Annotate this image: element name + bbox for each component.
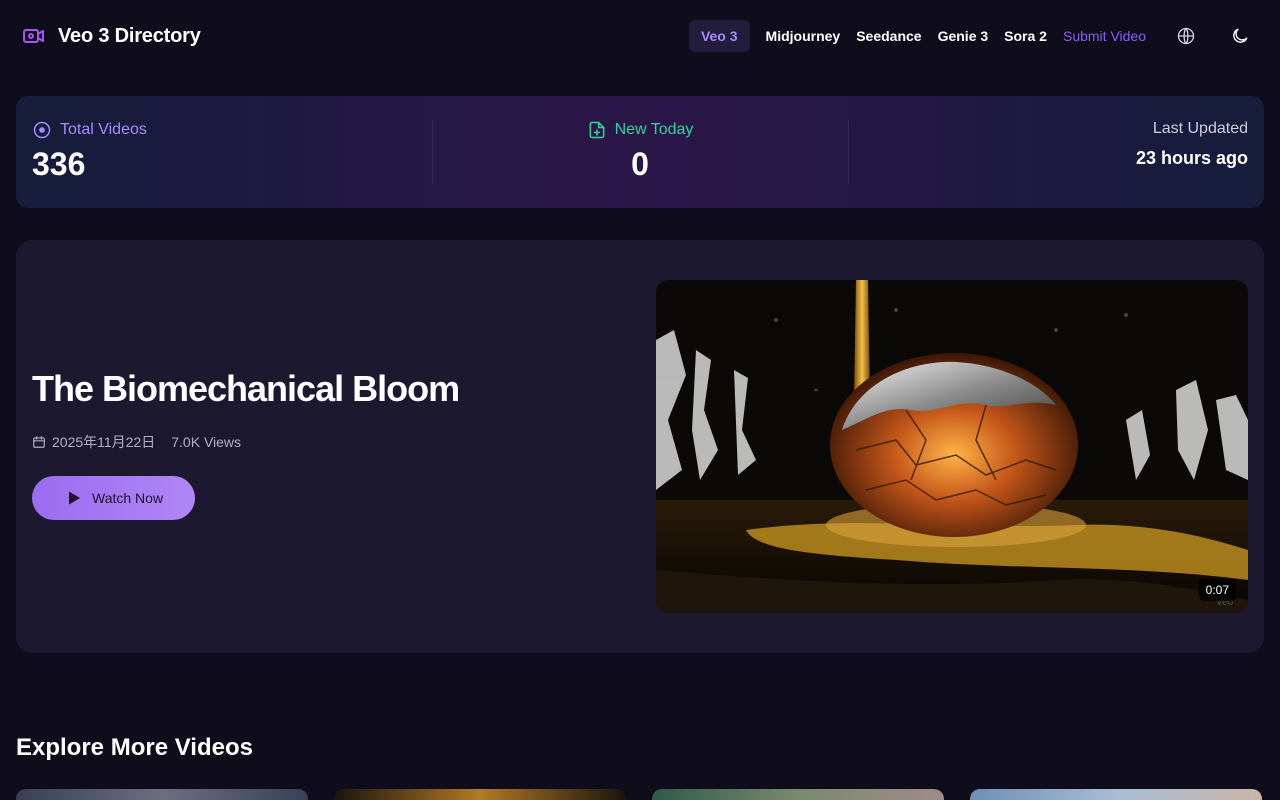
nav-item-submit-video[interactable]: Submit Video bbox=[1055, 20, 1154, 52]
stat-value: 0 bbox=[631, 146, 649, 182]
stat-label: New Today bbox=[614, 121, 694, 138]
featured-views: 7.0K Views bbox=[171, 434, 242, 450]
theme-toggle-button[interactable] bbox=[1222, 18, 1258, 54]
nav-item-genie3[interactable]: Genie 3 bbox=[930, 20, 997, 52]
featured-thumbnail[interactable]: Veo 0:07 bbox=[656, 280, 1248, 613]
globe-icon bbox=[1177, 27, 1195, 45]
video-camera-icon bbox=[22, 24, 46, 48]
nav-item-seedance[interactable]: Seedance bbox=[848, 20, 929, 52]
moon-icon bbox=[1233, 28, 1248, 43]
stat-value: 336 bbox=[32, 146, 86, 182]
stats-panel: Total Videos 336 New Today 0 Last Update… bbox=[16, 96, 1264, 208]
featured-thumbnail-image: Veo bbox=[656, 280, 1248, 613]
play-icon bbox=[69, 491, 80, 505]
stat-value: 23 hours ago bbox=[1135, 148, 1248, 168]
watch-now-button[interactable]: Watch Now bbox=[32, 476, 196, 520]
featured-date: 2025年11月22日 bbox=[32, 432, 155, 452]
featured-meta: 2025年11月22日 7.0K Views bbox=[32, 432, 632, 452]
nav-item-midjourney[interactable]: Midjourney bbox=[758, 20, 849, 52]
video-card[interactable] bbox=[334, 789, 626, 800]
stat-label: Last Updated bbox=[1152, 120, 1248, 137]
duration-badge: 0:07 bbox=[1198, 579, 1236, 601]
watch-now-label: Watch Now bbox=[92, 490, 164, 506]
video-card[interactable] bbox=[652, 789, 944, 800]
featured-info: The Biomechanical Bloom 2025年11月22日 7.0K… bbox=[32, 368, 632, 520]
nav-item-sora2[interactable]: Sora 2 bbox=[996, 20, 1055, 52]
featured-title[interactable]: The Biomechanical Bloom bbox=[32, 368, 632, 410]
stat-new-today: New Today 0 bbox=[432, 96, 848, 208]
nav-item-veo3[interactable]: Veo 3 bbox=[688, 20, 750, 52]
stat-last-updated: Last Updated 23 hours ago bbox=[848, 96, 1264, 208]
brand[interactable]: Veo 3 Directory bbox=[22, 24, 201, 48]
main-nav: Veo 3 Midjourney Seedance Genie 3 Sora 2… bbox=[688, 18, 1258, 54]
explore-section-title: Explore More Videos bbox=[16, 734, 253, 761]
video-card[interactable] bbox=[970, 789, 1262, 800]
calendar-icon bbox=[33, 436, 45, 448]
brand-title: Veo 3 Directory bbox=[58, 24, 201, 47]
video-card[interactable] bbox=[16, 789, 308, 800]
stat-label: Total Videos bbox=[60, 121, 147, 138]
language-button[interactable] bbox=[1168, 18, 1204, 54]
video-grid bbox=[16, 789, 1264, 800]
featured-video-card: The Biomechanical Bloom 2025年11月22日 7.0K… bbox=[16, 240, 1264, 653]
stat-total-videos: Total Videos 336 bbox=[16, 96, 432, 208]
file-plus-icon bbox=[589, 121, 604, 139]
top-header: Veo 3 Directory Veo 3 Midjourney Seedanc… bbox=[0, 0, 1280, 72]
disc-icon bbox=[33, 121, 51, 139]
featured-date-text: 2025年11月22日 bbox=[52, 434, 156, 450]
